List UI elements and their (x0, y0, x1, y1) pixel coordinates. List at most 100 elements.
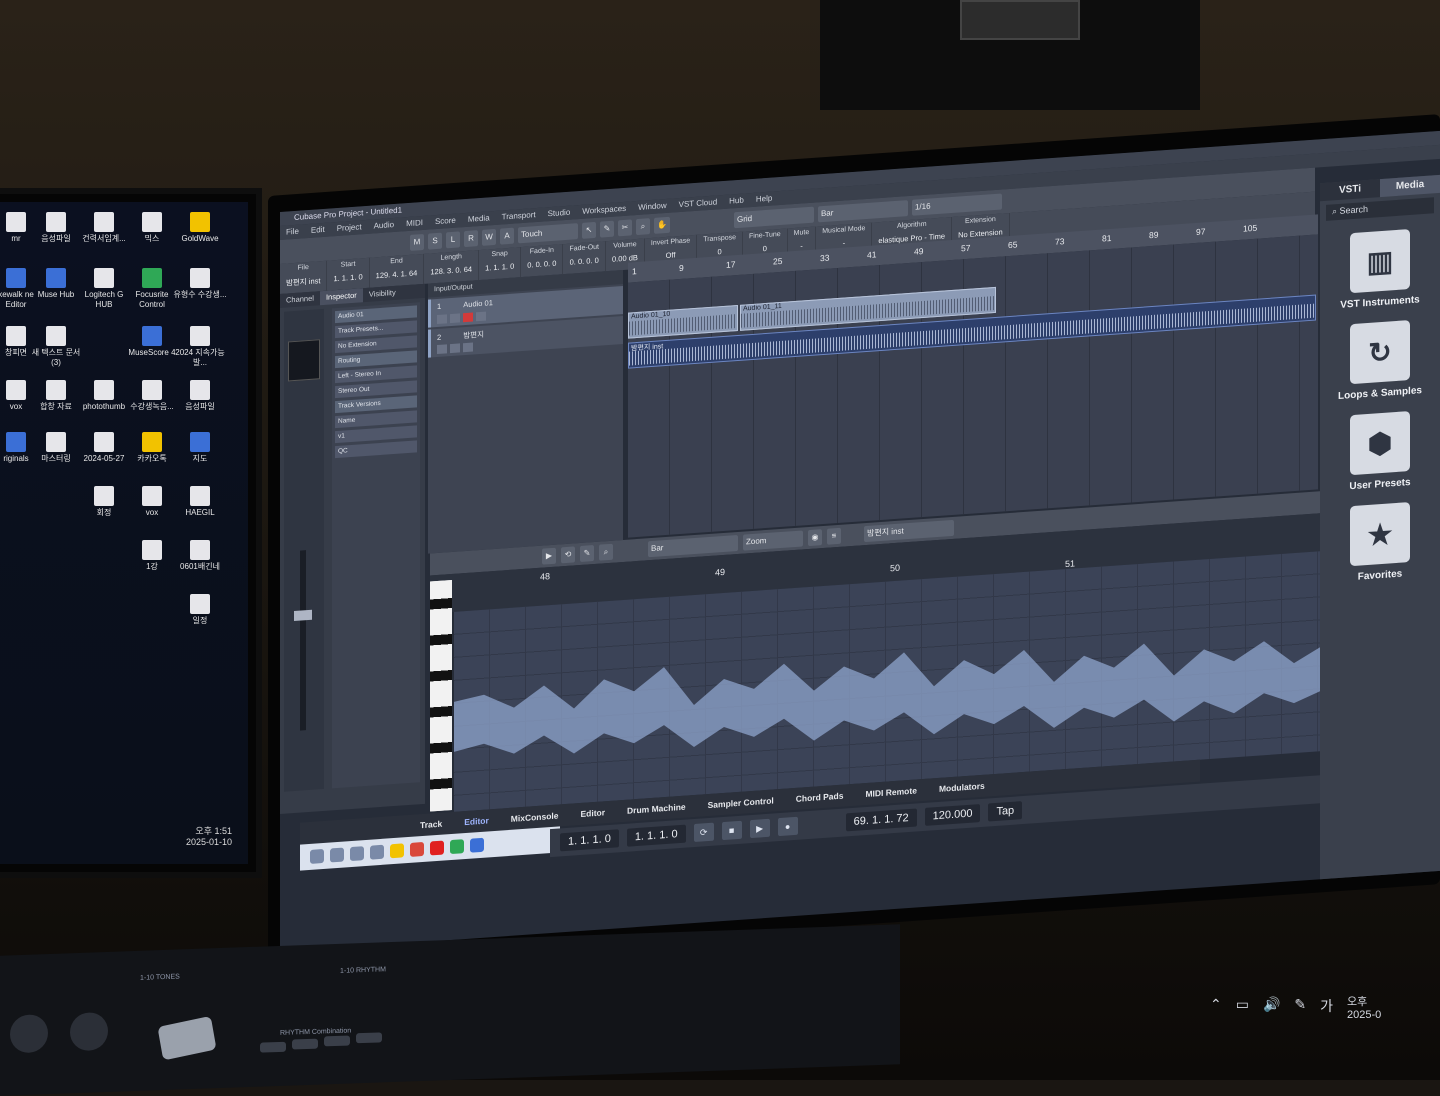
mute-all-button[interactable]: M (410, 234, 424, 251)
chevron-up-icon[interactable]: ⌃ (1210, 996, 1222, 1013)
snap-type-select[interactable]: Grid (734, 207, 814, 229)
zoom-select[interactable]: Zoom (743, 530, 803, 550)
info-value[interactable]: 1. 1. 1. 0 (333, 272, 362, 283)
tempo-display[interactable]: 120.000 (925, 804, 981, 826)
clock[interactable]: 오후2025-0 (1347, 996, 1381, 1022)
loops-samples-tile[interactable]: ↻Loops & Samples (1330, 319, 1430, 403)
automation-mode-select[interactable]: Touch (518, 223, 578, 243)
menu-item[interactable]: MIDI (406, 216, 423, 231)
lower-zone-tab[interactable]: Drum Machine (627, 802, 686, 816)
track-name[interactable]: 밤편지 (463, 330, 484, 340)
menu-item[interactable]: Help (756, 192, 772, 207)
info-field[interactable]: Fade-In0. 0. 0. 0 (521, 244, 563, 277)
automation-button[interactable]: A (500, 228, 514, 245)
desktop-icon[interactable]: 유형수 수강생... (172, 268, 228, 300)
user-presets-tile[interactable]: ⬢User Presets (1330, 410, 1430, 494)
position-display[interactable]: 69. 1. 1. 72 (846, 808, 917, 831)
solo-all-button[interactable]: S (428, 233, 442, 250)
rhythm-button[interactable] (356, 1032, 382, 1043)
write-button[interactable]: W (482, 229, 496, 246)
menu-item[interactable]: Audio (374, 218, 394, 233)
info-field[interactable]: Snap1. 1. 1. 0 (479, 247, 521, 280)
arrange-area[interactable]: Audio 01_10 Audio 01_11 밤편지 inst (628, 234, 1318, 537)
desktop-icon[interactable]: 2024 지속가능발... (172, 326, 228, 368)
explorer-icon[interactable] (350, 846, 364, 861)
eye-icon[interactable]: ◉ (808, 529, 822, 546)
left-locator[interactable]: 1. 1. 1. 0 (560, 829, 619, 851)
knob[interactable] (10, 1014, 48, 1053)
rhythm-button[interactable] (324, 1035, 350, 1046)
vst-instruments-tile[interactable]: ▥VST Instruments (1330, 228, 1430, 312)
grid-select[interactable]: Bar (818, 200, 908, 222)
naver-icon[interactable] (450, 839, 464, 854)
menu-item[interactable]: File (286, 225, 299, 240)
info-field[interactable]: Start1. 1. 1. 0 (327, 258, 369, 291)
rhythm-button[interactable] (260, 1042, 286, 1053)
network-icon[interactable]: ▭ (1236, 996, 1249, 1013)
info-field[interactable]: End129. 4. 1. 64 (370, 254, 425, 288)
left-zone-tab[interactable]: Channel (280, 291, 320, 308)
info-field[interactable]: Length128. 3. 0. 64 (424, 250, 479, 284)
kakao-icon[interactable] (390, 843, 404, 858)
solo-button[interactable] (450, 313, 460, 323)
store-icon[interactable] (370, 845, 384, 860)
mute-button[interactable] (437, 314, 447, 324)
lower-zone-tab[interactable]: MixConsole (511, 811, 559, 824)
lower-zone-tab[interactable]: Modulators (939, 781, 985, 794)
zoom-tool-icon[interactable]: ⌕ (599, 544, 613, 561)
lower-zone-tab[interactable]: Chord Pads (796, 791, 844, 804)
record-enable-button[interactable] (463, 313, 473, 323)
volume-icon[interactable]: 🔊 (1263, 996, 1280, 1013)
tab-vsti[interactable]: VSTi (1320, 179, 1380, 201)
cycle-icon[interactable]: ⟳ (694, 823, 714, 842)
zoom-tool-icon[interactable]: ⌕ (636, 218, 650, 235)
right-locator[interactable]: 1. 1. 1. 0 (627, 825, 686, 847)
tap-button[interactable]: Tap (988, 801, 1022, 821)
left-zone-tab[interactable]: Inspector (320, 288, 363, 305)
scissors-tool-icon[interactable]: ✂ (618, 219, 632, 236)
lower-zone-tab[interactable]: Sampler Control (708, 795, 774, 810)
loop-icon[interactable]: ⟲ (561, 546, 575, 563)
layers-icon[interactable]: ≡ (827, 528, 841, 545)
menu-item[interactable]: Edit (311, 223, 325, 238)
desktop-clock[interactable]: 오후 1:512025-01-10 (186, 826, 232, 848)
lower-zone-tab[interactable]: MIDI Remote (865, 785, 916, 799)
lower-zone-tab[interactable]: Editor (580, 807, 605, 819)
record-icon[interactable]: ● (778, 817, 798, 836)
cubase-icon[interactable] (470, 838, 484, 853)
audio-event[interactable]: Audio 01_10 (628, 305, 738, 339)
desktop-icon[interactable]: GoldWave (172, 212, 228, 244)
pen-icon[interactable]: ✎ (1294, 996, 1306, 1013)
info-value[interactable]: 128. 3. 0. 64 (430, 265, 472, 277)
piano-keys[interactable] (430, 580, 452, 812)
track-name[interactable]: Audio 01 (463, 298, 493, 309)
info-value[interactable]: 0. 0. 0. 0 (569, 256, 599, 267)
chrome-icon[interactable] (410, 842, 424, 857)
knob[interactable] (70, 1012, 108, 1051)
monitor-button[interactable] (476, 312, 486, 322)
solo-button[interactable] (450, 343, 460, 353)
lower-zone-tab[interactable]: Editor (464, 815, 489, 827)
tab-media[interactable]: Media (1380, 175, 1440, 197)
menu-item[interactable]: Score (435, 214, 456, 229)
edge-icon[interactable] (330, 848, 344, 863)
listen-button[interactable]: L (446, 231, 460, 248)
info-value[interactable]: 1. 1. 1. 0 (485, 262, 514, 273)
mute-button[interactable] (437, 344, 447, 354)
inspector-row[interactable]: QC (335, 440, 417, 458)
menu-item[interactable]: Hub (729, 194, 744, 209)
info-value[interactable]: 밤편지 inst (286, 275, 320, 288)
rhythm-button[interactable] (292, 1039, 318, 1050)
lower-zone-tab[interactable]: Track (420, 819, 442, 831)
ime-icon[interactable]: 가 (1320, 996, 1333, 1016)
info-field[interactable]: File밤편지 inst (280, 261, 327, 294)
pencil-tool-icon[interactable]: ✎ (580, 545, 594, 562)
info-field[interactable]: Fade-Out0. 0. 0. 0 (563, 241, 606, 274)
pointer-tool-icon[interactable]: ↖ (582, 222, 596, 239)
desktop-icon[interactable]: 일정 (172, 594, 228, 626)
desktop-icon[interactable]: 0601배긴네 (172, 540, 228, 572)
desktop-icon[interactable]: 새 텍스트 문서 (3) (28, 326, 84, 368)
start-icon[interactable] (310, 849, 324, 864)
monitor-button[interactable] (463, 343, 473, 353)
left-zone-tab[interactable]: Visibility (363, 285, 402, 302)
